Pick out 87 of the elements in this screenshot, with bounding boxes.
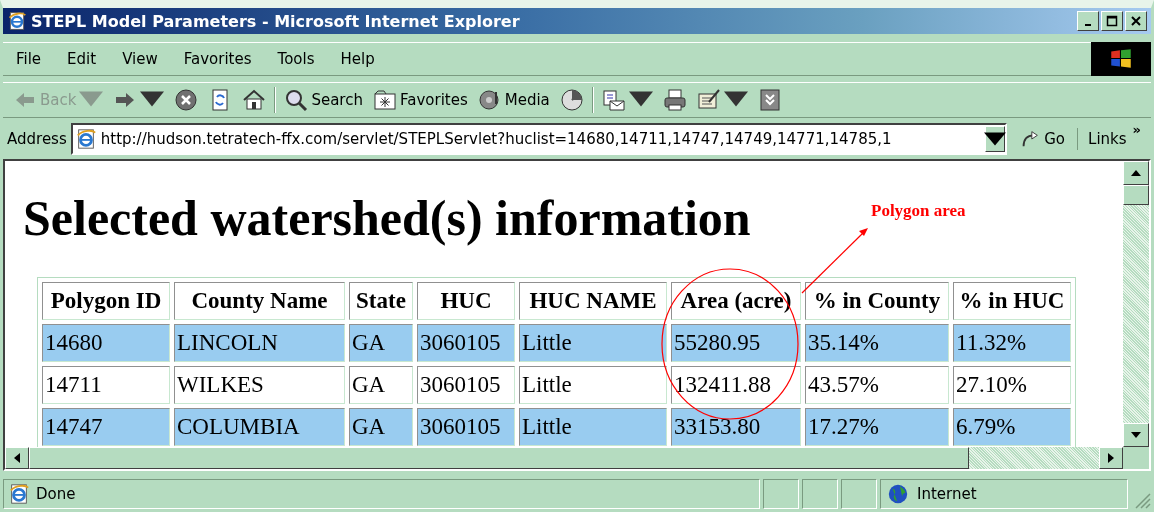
table-cell: LINCOLN: [174, 324, 345, 362]
history-icon: [559, 88, 584, 112]
favorites-button[interactable]: Favorites: [370, 88, 470, 112]
table-cell: Little: [519, 408, 667, 446]
media-icon: [477, 88, 502, 112]
table-cell: 43.57%: [805, 366, 949, 404]
table-cell: 6.79%: [953, 408, 1071, 446]
table-cell: Little: [519, 324, 667, 362]
maximize-button[interactable]: [1101, 11, 1123, 31]
close-button[interactable]: [1125, 11, 1147, 31]
page-heading: Selected watershed(s) information: [23, 189, 751, 247]
edit-icon: [696, 88, 721, 112]
table-cell: 3060105: [417, 408, 515, 446]
table-cell: COLUMBIA: [174, 408, 345, 446]
maximize-icon: [1106, 15, 1118, 27]
menu-item[interactable]: Tools: [264, 50, 328, 68]
status-pane: [802, 479, 838, 509]
media-button[interactable]: Media: [475, 88, 552, 112]
zone-text: Internet: [917, 485, 977, 503]
scroll-thumb[interactable]: [29, 447, 969, 469]
column-header: % in County: [805, 282, 949, 320]
scroll-left-button[interactable]: [5, 447, 29, 469]
status-pane: [841, 479, 877, 509]
dropdown-button[interactable]: [985, 126, 1006, 152]
table-cell: 33153.80: [671, 408, 801, 446]
table-cell: GA: [349, 408, 413, 446]
column-header: % in HUC: [953, 282, 1071, 320]
up-arrow-icon: [1131, 170, 1141, 176]
menu-item[interactable]: Favorites: [170, 50, 265, 68]
vertical-scrollbar[interactable]: [1123, 161, 1149, 447]
scroll-up-button[interactable]: [1123, 161, 1149, 185]
scroll-right-button[interactable]: [1099, 447, 1123, 469]
print-icon: [662, 88, 687, 112]
table-cell: 17.27%: [805, 408, 949, 446]
column-header: Polygon ID: [42, 282, 170, 320]
scroll-thumb[interactable]: [1123, 185, 1149, 205]
table-cell: 55280.95: [671, 324, 801, 362]
table-cell: 3060105: [417, 324, 515, 362]
chevron[interactable]: »: [1132, 122, 1141, 137]
table-cell: 27.10%: [953, 366, 1071, 404]
minimize-icon: [1084, 23, 1092, 27]
address-label: Address: [7, 130, 67, 148]
browser-icon: [7, 11, 27, 31]
stop-icon: [174, 88, 199, 112]
table-cell: 35.14%: [805, 324, 949, 362]
table-cell: WILKES: [174, 366, 345, 404]
left-arrow-icon: [14, 453, 20, 463]
horizontal-scrollbar[interactable]: [5, 447, 1123, 469]
right-arrow-icon: [1108, 453, 1114, 463]
folder-star-icon: [372, 88, 397, 112]
down-arrow-icon: [1131, 432, 1141, 438]
annotation-label: Polygon area: [871, 201, 966, 221]
table-cell: GA: [349, 324, 413, 362]
column-header: County Name: [174, 282, 345, 320]
status-text: Done: [36, 485, 76, 503]
menu-item[interactable]: File: [3, 50, 55, 68]
table-cell: 14747: [42, 408, 170, 446]
go-button[interactable]: Go: [1011, 128, 1079, 150]
minimize-button[interactable]: [1077, 11, 1099, 31]
column-header: State: [349, 282, 413, 320]
close-icon: [1130, 15, 1142, 27]
table-cell: 11.32%: [953, 324, 1071, 362]
home-icon: [242, 88, 267, 112]
column-header: HUC NAME: [519, 282, 667, 320]
menu-item[interactable]: Help: [327, 50, 388, 68]
menu-item[interactable]: Edit: [54, 50, 110, 68]
table-cell: Little: [519, 366, 667, 404]
address-field[interactable]: http://hudson.tetratech-ffx.com/servlet/STEPLServlet?huclist=14680,14711,14747,14749,14771,14785,1: [70, 123, 1008, 155]
table-cell: 132411.88: [671, 366, 801, 404]
search-icon: [284, 88, 309, 112]
table-cell: 14711: [42, 366, 170, 404]
column-header: HUC: [417, 282, 515, 320]
table-cell: GA: [349, 366, 413, 404]
window-title: STEPL Model Parameters - Microsoft Internet Explorer: [31, 11, 521, 31]
links-button[interactable]: Links: [1088, 130, 1127, 148]
table-cell: 3060105: [417, 366, 515, 404]
page-icon: [74, 128, 97, 150]
scroll-down-button[interactable]: [1123, 423, 1149, 447]
globe-icon: [887, 483, 909, 505]
annotation-arrow: [801, 228, 868, 294]
mail-icon: [601, 88, 626, 112]
page-icon: [8, 483, 30, 505]
discuss-icon: [757, 88, 782, 112]
table-cell: 14680: [42, 324, 170, 362]
menu-item[interactable]: View: [109, 50, 171, 68]
search-button[interactable]: Search: [282, 88, 365, 112]
status-pane: [763, 479, 799, 509]
